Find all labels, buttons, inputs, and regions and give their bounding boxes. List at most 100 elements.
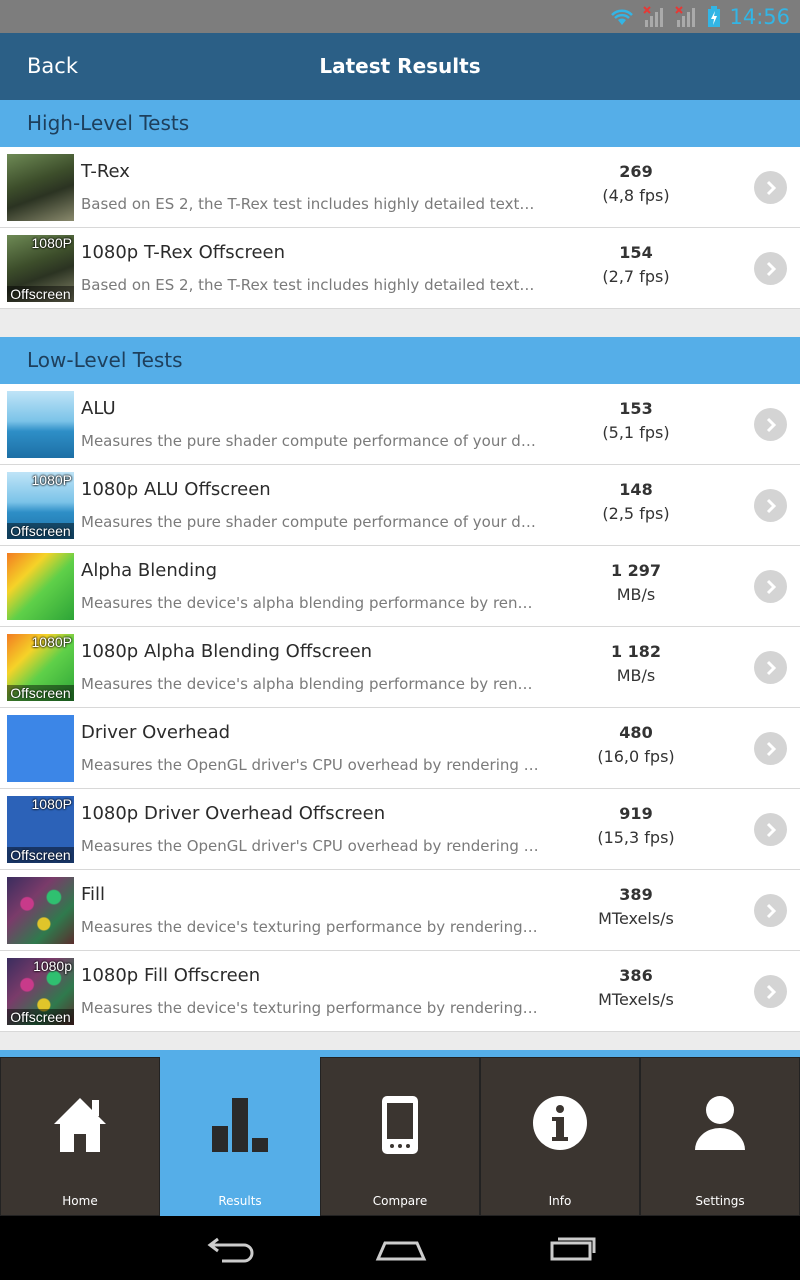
test-thumbnail — [7, 391, 74, 458]
resolution-badge: 1080P — [31, 235, 72, 251]
back-nav-button[interactable] — [201, 1230, 261, 1266]
test-row[interactable]: 1080P Offscreen 1080p ALU Offscreen Measure… — [0, 465, 800, 546]
tab-info[interactable]: Info — [480, 1057, 640, 1216]
test-score-unit: (16,0 fps) — [597, 747, 675, 766]
test-row[interactable]: 1080P Offscreen 1080p Driver Overhead Offs… — [0, 789, 800, 870]
test-thumbnail — [7, 154, 74, 221]
test-row[interactable]: 1080p Offscreen 1080p Fill Offscreen Measur… — [0, 951, 800, 1032]
bar-chart-icon — [161, 1094, 319, 1164]
offscreen-badge: Offscreen — [7, 1009, 74, 1025]
test-title: Alpha Blending — [81, 560, 217, 581]
status-time: 14:56 — [729, 5, 790, 29]
chevron-right-icon[interactable] — [754, 732, 787, 765]
tab-results[interactable]: Results — [160, 1057, 320, 1216]
test-title: T-Rex — [81, 161, 130, 182]
battery-charging-icon — [708, 6, 721, 27]
resolution-badge: 1080P — [31, 472, 72, 488]
test-title: Driver Overhead — [81, 722, 231, 743]
test-title: 1080p ALU Offscreen — [81, 479, 271, 500]
home-outline-icon — [375, 1241, 427, 1261]
test-description: Measures the device's alpha blending per… — [81, 594, 541, 612]
tab-label: Home — [62, 1194, 98, 1208]
test-score-unit: (2,7 fps) — [602, 267, 670, 286]
test-score: 386 — [619, 966, 653, 985]
test-score: 148 — [619, 480, 653, 499]
app-bar: Back Latest Results — [0, 33, 800, 100]
test-thumbnail — [7, 715, 74, 782]
test-row[interactable]: 1080P Offscreen 1080p T-Rex Offscreen Based… — [0, 228, 800, 309]
page-title: Latest Results — [319, 54, 481, 78]
chevron-right-icon[interactable] — [754, 252, 787, 285]
test-description: Measures the pure shader compute perform… — [81, 432, 541, 450]
test-row[interactable]: 1080P Offscreen 1080p Alpha Blending Offsc… — [0, 627, 800, 708]
signal-no-sim-icon — [643, 6, 664, 27]
test-title: 1080p Alpha Blending Offscreen — [81, 641, 373, 662]
low-level-test-list: ALU Measures the pure shader compute perf… — [0, 384, 800, 1032]
resolution-badge: 1080P — [31, 796, 72, 812]
recent-apps-button[interactable] — [543, 1230, 603, 1266]
wifi-icon — [611, 9, 634, 25]
test-thumbnail: 1080P Offscreen — [7, 634, 74, 701]
test-description: Based on ES 2, the T-Rex test includes h… — [81, 195, 541, 213]
chevron-right-icon[interactable] — [754, 489, 787, 522]
test-title: 1080p Fill Offscreen — [81, 965, 261, 986]
test-score: 269 — [619, 162, 653, 181]
test-score: 153 — [619, 399, 653, 418]
back-button[interactable]: Back — [27, 33, 78, 100]
resolution-badge: 1080p — [33, 958, 72, 974]
status-bar: 14:56 — [0, 0, 800, 33]
chevron-right-icon[interactable] — [754, 651, 787, 684]
info-icon — [481, 1094, 639, 1164]
offscreen-badge: Offscreen — [7, 286, 74, 302]
tab-compare[interactable]: Compare — [320, 1057, 480, 1216]
test-row[interactable]: Driver Overhead Measures the OpenGL drive… — [0, 708, 800, 789]
test-row[interactable]: Alpha Blending Measures the device's alph… — [0, 546, 800, 627]
test-score: 1 182 — [610, 642, 662, 661]
test-row[interactable]: Fill Measures the device's texturing perf… — [0, 870, 800, 951]
tab-settings[interactable]: Settings — [640, 1057, 800, 1216]
test-score-unit: MTexels/s — [598, 909, 674, 928]
home-nav-button[interactable] — [371, 1230, 431, 1266]
chevron-right-icon[interactable] — [754, 894, 787, 927]
test-title: ALU — [81, 398, 116, 419]
test-score-unit: (15,3 fps) — [597, 828, 675, 847]
test-description: Measures the OpenGL driver's CPU overhea… — [81, 756, 541, 774]
test-thumbnail: 1080P Offscreen — [7, 235, 74, 302]
test-score: 389 — [619, 885, 653, 904]
back-arrow-icon — [207, 1237, 254, 1263]
offscreen-badge: Offscreen — [7, 847, 74, 863]
tab-home[interactable]: Home — [0, 1057, 160, 1216]
test-thumbnail — [7, 877, 74, 944]
test-score: 1 297 — [610, 561, 662, 580]
chevron-right-icon[interactable] — [754, 408, 787, 441]
resolution-badge: 1080P — [31, 634, 72, 650]
chevron-right-icon[interactable] — [754, 975, 787, 1008]
chevron-right-icon[interactable] — [754, 171, 787, 204]
user-icon — [641, 1094, 799, 1164]
test-title: 1080p Driver Overhead Offscreen — [81, 803, 386, 824]
high-level-test-list: T-Rex Based on ES 2, the T-Rex test inclu… — [0, 147, 800, 309]
offscreen-badge: Offscreen — [7, 523, 74, 539]
test-score-unit: MB/s — [616, 666, 656, 685]
status-icons: 14:56 — [609, 4, 790, 30]
test-description: Measures the device's texturing performa… — [81, 918, 541, 936]
test-description: Measures the OpenGL driver's CPU overhea… — [81, 837, 541, 855]
home-icon — [1, 1094, 159, 1164]
section-header-low-level: Low-Level Tests — [0, 337, 800, 384]
test-description: Measures the device's texturing performa… — [81, 999, 541, 1017]
system-navigation-bar — [0, 1216, 800, 1280]
offscreen-badge: Offscreen — [7, 685, 74, 701]
test-thumbnail: 1080P Offscreen — [7, 796, 74, 863]
test-description: Measures the device's alpha blending per… — [81, 675, 541, 693]
chevron-right-icon[interactable] — [754, 813, 787, 846]
chevron-right-icon[interactable] — [754, 570, 787, 603]
signal-no-sim-icon — [675, 6, 696, 27]
phone-icon — [321, 1094, 479, 1164]
test-row[interactable]: T-Rex Based on ES 2, the T-Rex test inclu… — [0, 147, 800, 228]
recent-apps-icon — [550, 1237, 596, 1261]
test-score-unit: MTexels/s — [598, 990, 674, 1009]
test-score-unit: (2,5 fps) — [602, 504, 670, 523]
bottom-navigation: Home Results Compare Info Settings — [0, 1050, 800, 1216]
test-row[interactable]: ALU Measures the pure shader compute perf… — [0, 384, 800, 465]
test-description: Based on ES 2, the T-Rex test includes h… — [81, 276, 541, 294]
